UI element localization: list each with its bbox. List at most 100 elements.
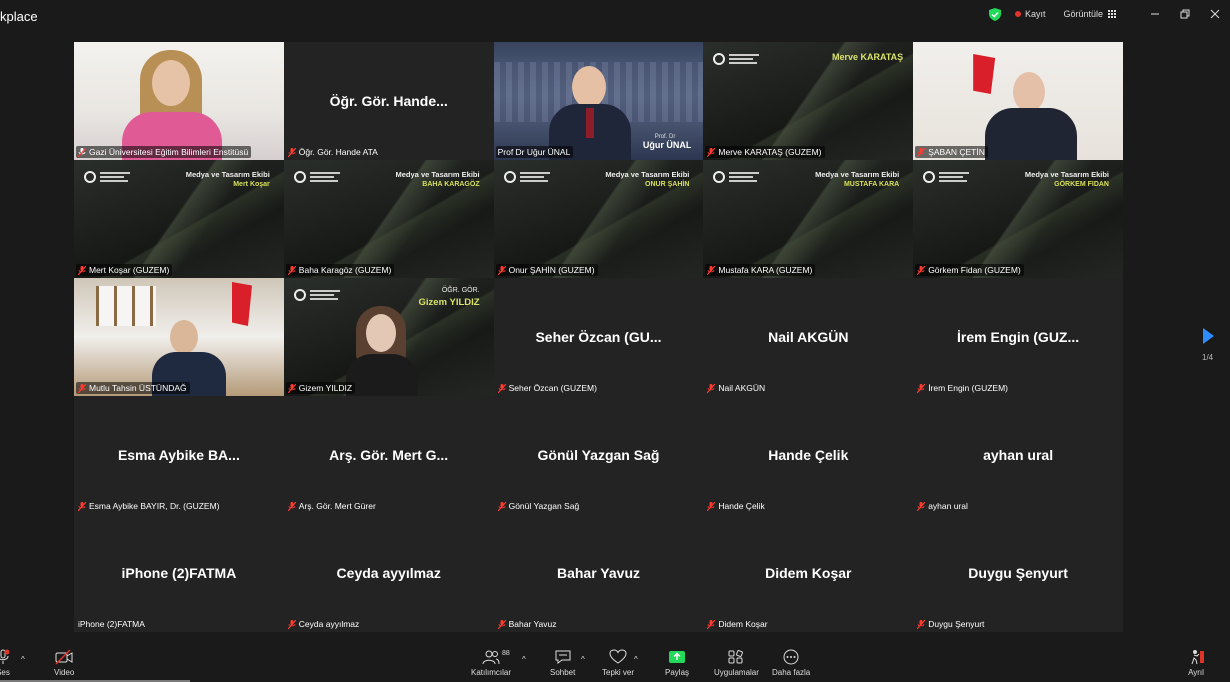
apps-icon [728, 650, 744, 664]
participant-video: Prof. Dr Uğur ÜNAL [493, 42, 704, 160]
chat-options-caret[interactable]: ^ [581, 655, 585, 664]
participant-name-display: Ceyda ayyılmaz [336, 565, 441, 581]
audio-options-caret[interactable]: ^ [21, 655, 25, 664]
view-button[interactable]: Görüntüle [1063, 9, 1116, 19]
participant-tile[interactable]: Ceyda ayyılmaz Ceyda ayyılmaz [283, 514, 494, 632]
participant-tile[interactable]: Nail AKGÜN Nail AKGÜN [703, 278, 914, 396]
reactions-button[interactable]: Tepki ver [602, 649, 634, 677]
participant-tile[interactable]: Medya ve Tasarım Ekibi BAHA KARAGÖZ Baha… [283, 160, 494, 278]
participant-name-display: Nail AKGÜN [768, 329, 849, 345]
mic-muted-icon [497, 619, 506, 629]
mic-muted-icon [287, 501, 296, 511]
participants-label: Katılımcılar [471, 668, 512, 677]
participant-tile[interactable]: Arş. Gör. Mert G... Arş. Gör. Mert Gürer [283, 396, 494, 514]
reactions-options-caret[interactable]: ^ [634, 655, 638, 664]
participant-tile[interactable]: ÖĞR. GÖR. Gizem YILDIZ Gizem YILDIZ [283, 278, 494, 396]
participant-tile[interactable]: İrem Engin (GUZ... İrem Engin (GUZEM) [913, 278, 1123, 396]
share-screen-icon [669, 651, 685, 663]
participant-tile[interactable]: Prof. Dr Uğur ÜNAL Prof Dr Uğur ÜNAL [493, 42, 704, 160]
participant-tile[interactable]: Gönül Yazgan Sağ Gönül Yazgan Sağ [493, 396, 704, 514]
view-label: Görüntüle [1063, 9, 1103, 19]
leave-button[interactable]: Ayrıl [1187, 649, 1205, 677]
participant-tile[interactable]: Medya ve Tasarım Ekibi MUSTAFA KARA Must… [703, 160, 914, 278]
mic-muted-icon [917, 501, 926, 511]
more-options-icon [783, 649, 799, 665]
participant-tile[interactable]: Mutlu Tahsin ÜSTÜNDAĞ [74, 278, 284, 396]
participants-icon [482, 650, 500, 665]
video-caption-name: BAHA KARAGÖZ [422, 181, 480, 188]
video-caption-name: Gizem YILDIZ [418, 297, 480, 308]
more-label: Daha fazla [772, 668, 811, 677]
leave-icon [1191, 650, 1204, 665]
mic-muted-icon [917, 265, 926, 275]
mic-muted-icon [78, 265, 86, 275]
grid-view-icon [1108, 10, 1116, 18]
participant-name-label: Gönül Yazgan Sağ [496, 500, 583, 512]
video-caption-name: Merve KARATAŞ [832, 52, 904, 62]
participant-name-display: Gönül Yazgan Sağ [537, 447, 660, 463]
chat-button[interactable]: Sohbet [550, 649, 575, 677]
participant-name-display: Esma Aybike BA... [117, 447, 240, 463]
participant-tile[interactable]: Medya ve Tasarım Ekibi Mert Koşar Mert K… [74, 160, 284, 278]
participant-name-label: Arş. Gör. Mert Gürer [286, 500, 379, 512]
next-page-arrow-icon[interactable] [1203, 328, 1214, 344]
participant-tile[interactable]: Duygu Şenyurt Duygu Şenyurt [913, 514, 1123, 632]
video-caption-title: Medya ve Tasarım Ekibi [185, 170, 270, 179]
participant-name-display: Öğr. Gör. Hande... [329, 93, 448, 109]
participant-tile[interactable]: Medya ve Tasarım Ekibi ONUR ŞAHİN Onur Ş… [493, 160, 704, 278]
audio-label: Ses [0, 668, 10, 677]
participant-name-label: ŞABAN ÇETİN [915, 146, 988, 158]
participant-name-label: Öğr. Gör. Hande ATA [286, 146, 381, 158]
video-button[interactable]: Video [54, 649, 74, 677]
participant-name-label: Nail AKGÜN [705, 382, 768, 394]
mic-muted-icon [78, 147, 86, 157]
participant-name-display: İrem Engin (GUZ... [957, 329, 1080, 345]
participant-tile[interactable]: ŞABAN ÇETİN [913, 42, 1123, 160]
participant-tile[interactable]: Öğr. Gör. Hande... Öğr. Gör. Hande ATA [283, 42, 494, 160]
recording-indicator[interactable]: Kayıt [1014, 9, 1046, 19]
guzem-logo [503, 170, 550, 184]
participant-video [284, 278, 494, 396]
audio-button[interactable]: Ses [0, 649, 12, 677]
participant-name-display: Seher Özcan (GU... [535, 329, 662, 345]
recording-dot-icon [1014, 11, 1021, 17]
participant-tile[interactable]: Bahar Yavuz Bahar Yavuz [493, 514, 704, 632]
participant-name-label: Gizem YILDIZ [285, 382, 356, 394]
close-button[interactable] [1200, 0, 1230, 28]
mic-muted-icon [287, 147, 296, 157]
video-off-icon [55, 649, 73, 665]
participant-tile[interactable]: Seher Özcan (GU... Seher Özcan (GUZEM) [493, 278, 704, 396]
participant-name-label: Prof Dr Uğur ÜNAL [495, 146, 574, 158]
mic-muted-icon [78, 501, 86, 511]
restore-button[interactable] [1170, 0, 1200, 28]
participant-name-display: Didem Koşar [765, 565, 852, 581]
minimize-button[interactable] [1140, 0, 1170, 28]
heart-icon [609, 649, 627, 664]
participant-tile[interactable]: Gazi Üniversitesi Eğitim Bilimleri Ensti… [74, 42, 284, 160]
recording-label: Kayıt [1024, 9, 1046, 19]
participant-tile[interactable]: Hande Çelik Hande Çelik [703, 396, 914, 514]
video-caption-name: GÖRKEM FIDAN [1054, 181, 1109, 188]
participant-name-label: Onur ŞAHİN (GUZEM) [495, 264, 598, 276]
participant-tile[interactable]: Merve KARATAŞ Merve KARATAŞ (GUZEM) [703, 42, 914, 160]
participant-name-label: Mert Koşar (GUZEM) [76, 264, 173, 276]
participant-name-display: iPhone (2)FATMA [121, 565, 237, 581]
microphone-muted-icon [0, 649, 10, 664]
participant-tile[interactable]: Medya ve Tasarım Ekibi GÖRKEM FIDAN Görk… [913, 160, 1123, 278]
title-bar: kplace Kayıt Görüntüle [0, 0, 1230, 32]
participant-tile[interactable]: Didem Koşar Didem Koşar [703, 514, 914, 632]
participants-options-caret[interactable]: ^ [522, 655, 526, 664]
more-button[interactable]: Daha fazla [772, 649, 810, 677]
share-button[interactable]: Paylaş [665, 649, 689, 677]
mic-muted-icon [707, 265, 716, 275]
shield-check-icon[interactable] [988, 7, 1001, 21]
participant-name-label: Mutlu Tahsin ÜSTÜNDAĞ [76, 382, 190, 394]
apps-button[interactable]: Uygulamalar [714, 649, 759, 677]
participant-tile[interactable]: Esma Aybike BA... Esma Aybike BAYIR, Dr.… [74, 396, 284, 514]
guzem-logo [713, 52, 760, 66]
reactions-label: Tepki ver [602, 668, 635, 677]
mic-muted-icon [78, 383, 86, 393]
participant-name-label: Duygu Şenyurt [915, 618, 987, 630]
participant-tile[interactable]: ayhan ural ayhan ural [913, 396, 1123, 514]
participant-tile[interactable]: iPhone (2)FATMA iPhone (2)FATMA [74, 514, 284, 632]
